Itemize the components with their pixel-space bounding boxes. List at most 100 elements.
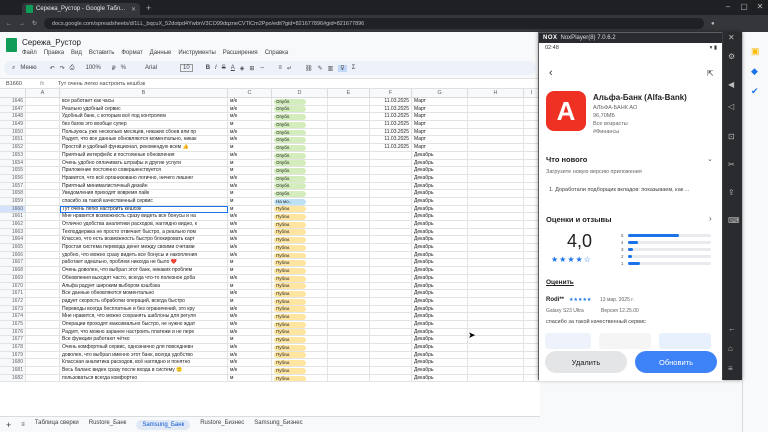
table-row[interactable]: 1669 Обновления выходят часто, всегда что…: [0, 274, 540, 283]
cell-g[interactable]: Декабрь: [412, 221, 468, 229]
cell-f[interactable]: 11.03.2025: [370, 113, 412, 122]
cell-h[interactable]: [468, 159, 524, 168]
cell-f[interactable]: [370, 274, 412, 283]
status-chip[interactable]: Публи.: [274, 275, 306, 282]
cell-c[interactable]: м/к: [228, 320, 272, 329]
cell-e[interactable]: [328, 105, 370, 114]
cell-b[interactable]: без багов это вообще супер: [60, 121, 228, 129]
cell-b[interactable]: доволен, что выбрал именно этот банк, вс…: [60, 351, 228, 360]
cell-e[interactable]: [328, 98, 370, 106]
cell-h[interactable]: [468, 136, 524, 145]
cell-d[interactable]: Опубл.: [272, 190, 328, 198]
nox-menu-icon[interactable]: ≡: [728, 364, 733, 373]
cell-b[interactable]: Отлично удобства аналитики расходов, наг…: [60, 221, 228, 229]
expand-icon[interactable]: ⌄: [707, 155, 713, 163]
status-chip[interactable]: Опубл.: [274, 129, 306, 136]
cell-h[interactable]: [468, 320, 524, 329]
cell-h[interactable]: [468, 151, 524, 160]
status-chip[interactable]: Публи.: [274, 337, 306, 344]
cell-g[interactable]: Декабрь: [412, 367, 468, 375]
cell-h[interactable]: [468, 305, 524, 314]
cell-b[interactable]: Простой и удобный функционал, рекомендую…: [60, 144, 228, 152]
column-header[interactable]: H: [468, 89, 524, 98]
cell-g[interactable]: Декабрь: [412, 244, 468, 252]
table-row[interactable]: 1667 работает идеально, проблем никогда н…: [0, 259, 540, 268]
cell-d[interactable]: Публи.: [272, 328, 328, 337]
search-icon[interactable]: ⌕: [12, 65, 15, 72]
cell-h[interactable]: [468, 213, 524, 221]
row-number[interactable]: 1661: [0, 213, 26, 221]
nox-shake-icon[interactable]: ⌨: [728, 216, 740, 225]
cell-g[interactable]: Декабрь: [412, 205, 468, 214]
cell-e[interactable]: [328, 336, 370, 344]
cell-e[interactable]: [328, 359, 370, 368]
status-chip[interactable]: Публи.: [274, 344, 306, 351]
cell-f[interactable]: [370, 320, 412, 329]
cell-a[interactable]: [26, 320, 60, 329]
cell-d[interactable]: Публи.: [272, 213, 328, 221]
cell-b[interactable]: Все функции работают чётко: [60, 336, 228, 344]
cell-b[interactable]: Мне нравится, что можно сохранять шаблон…: [60, 313, 228, 321]
sheet-tab[interactable]: Rustore_Бизнес: [200, 420, 244, 430]
cell-e[interactable]: [328, 344, 370, 352]
cell-g[interactable]: Декабрь: [412, 213, 468, 221]
cell-e[interactable]: [328, 182, 370, 191]
cell-a[interactable]: [26, 297, 60, 306]
maximize-icon[interactable]: ▢: [736, 0, 752, 14]
cell-b[interactable]: Приятный интерфейс и постоянные обновлен…: [60, 151, 228, 160]
status-chip[interactable]: Публи.: [274, 206, 306, 213]
row-number[interactable]: 1671: [0, 290, 26, 298]
status-chip[interactable]: Опубл.: [274, 152, 306, 159]
table-row[interactable]: 1649 без багов это вообще супер м Опубл. 11.…: [0, 121, 540, 129]
screenshot-thumb[interactable]: [659, 333, 711, 349]
cell-c[interactable]: м/к: [228, 174, 272, 183]
link-icon[interactable]: ⛓: [305, 65, 313, 72]
cell-e[interactable]: [328, 190, 370, 198]
cell-f[interactable]: [370, 182, 412, 191]
external-link-icon[interactable]: ⇱: [707, 69, 714, 78]
cell-f[interactable]: [370, 251, 412, 260]
cell-h[interactable]: [468, 313, 524, 321]
app-developer[interactable]: АЛЬФА-БАНК АО: [593, 105, 637, 111]
table-row[interactable]: 1655 Приложение постоянно совершенствуетс…: [0, 167, 540, 175]
cell-b[interactable]: Уведомления приходят вовремя лайк: [60, 190, 228, 198]
cell-e[interactable]: [328, 121, 370, 129]
cell-d[interactable]: Опубл.: [272, 105, 328, 114]
table-row[interactable]: 1657 Приятный минималистичный дизайн м/к Оп…: [0, 182, 540, 191]
cell-g[interactable]: Декабрь: [412, 336, 468, 344]
cell-a[interactable]: [26, 113, 60, 122]
cell-h[interactable]: [468, 205, 524, 214]
cell-a[interactable]: [26, 105, 60, 114]
cell-f[interactable]: [370, 328, 412, 337]
cell-f[interactable]: [370, 267, 412, 275]
table-row[interactable]: 1661 Мне нравится возможность сразу видет…: [0, 213, 540, 221]
italic-icon[interactable]: I: [215, 65, 217, 71]
row-number[interactable]: 1651: [0, 136, 26, 145]
table-row[interactable]: 1666 удобно, что можно сразу видеть все б…: [0, 251, 540, 260]
cell-a[interactable]: [26, 190, 60, 198]
cell-f[interactable]: [370, 344, 412, 352]
row-number[interactable]: 1646: [0, 98, 26, 106]
row-number[interactable]: 1649: [0, 121, 26, 129]
status-chip[interactable]: Опубл.: [274, 160, 306, 167]
cell-f[interactable]: [370, 159, 412, 168]
cell-e[interactable]: [328, 274, 370, 283]
cell-e[interactable]: [328, 174, 370, 183]
percent-icon[interactable]: %: [121, 65, 126, 71]
cell-a[interactable]: [26, 98, 60, 106]
cell-b[interactable]: работает идеально, проблем никогда не бы…: [60, 259, 228, 268]
cell-b[interactable]: Операции проходят максимально быстро, не…: [60, 320, 228, 329]
cell-d[interactable]: Опубл.: [272, 151, 328, 160]
cell-e[interactable]: [328, 244, 370, 252]
cell-a[interactable]: [26, 351, 60, 360]
currency-icon[interactable]: ₽: [112, 65, 116, 72]
cell-h[interactable]: [468, 197, 524, 206]
cell-h[interactable]: [468, 128, 524, 137]
cell-g[interactable]: Декабрь: [412, 344, 468, 352]
table-row[interactable]: 1660 Тут очень легко настроить кешбэк м Пуб…: [0, 205, 540, 214]
cell-e[interactable]: [328, 205, 370, 214]
cell-b[interactable]: Классно, что есть возможность быстро бло…: [60, 236, 228, 245]
cell-h[interactable]: [468, 297, 524, 306]
cell-c[interactable]: м/к: [228, 351, 272, 360]
cell-c[interactable]: м: [228, 267, 272, 275]
